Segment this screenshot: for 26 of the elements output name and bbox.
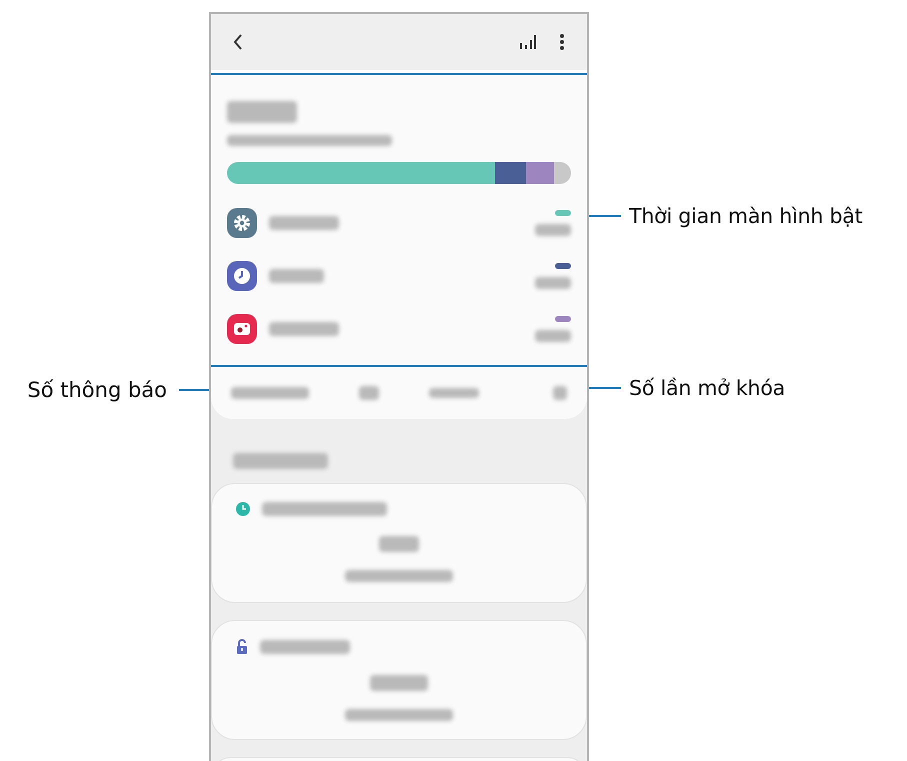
blurred-text <box>535 224 571 236</box>
blurred-text <box>359 386 379 400</box>
blurred-text <box>379 536 419 552</box>
blurred-text <box>269 268 324 282</box>
blurred-text <box>269 322 339 336</box>
more-icon[interactable] <box>559 33 565 51</box>
callout-label: Số thông báo <box>27 378 167 402</box>
blurred-text <box>429 388 479 398</box>
unlock-icon <box>236 639 248 655</box>
leader-line <box>589 387 621 389</box>
blurred-text <box>370 675 428 691</box>
clock-icon <box>236 502 250 516</box>
callout-label: Thời gian màn hình bật <box>629 204 862 228</box>
blurred-text <box>227 101 297 123</box>
bar-chart-icon[interactable] <box>519 34 537 50</box>
back-icon[interactable] <box>233 34 243 50</box>
clock-icon <box>227 260 257 290</box>
blurred-text <box>553 386 567 400</box>
blurred-text <box>535 330 571 342</box>
gear-icon <box>227 208 257 238</box>
blurred-text <box>269 216 339 230</box>
leader-line <box>179 389 209 391</box>
camera-icon <box>227 314 257 344</box>
leader-line <box>589 215 621 217</box>
blurred-text <box>535 276 571 288</box>
callout-label: Số lần mở khóa <box>629 376 786 400</box>
